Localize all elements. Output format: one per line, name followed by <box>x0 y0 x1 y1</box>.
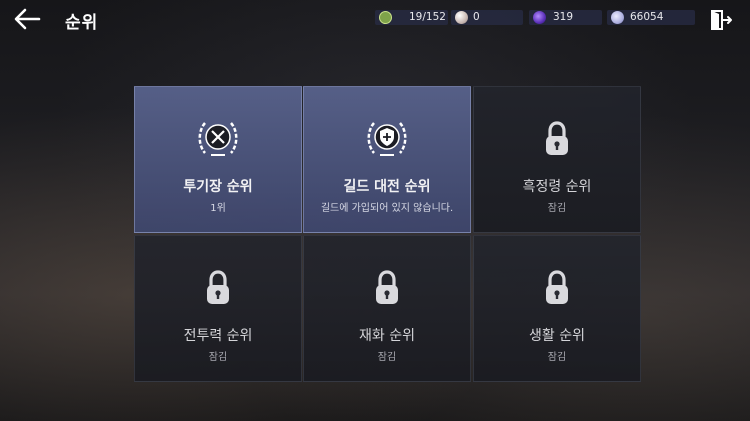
currency-ranking-card[interactable]: 재화 순위 잠김 <box>303 235 471 382</box>
lock-icon <box>546 121 568 155</box>
purple-gem-value: 319 <box>553 11 574 23</box>
exit-button[interactable] <box>709 9 733 31</box>
ranking-name: 생활 순위 <box>529 328 585 344</box>
arena-ranking-card[interactable]: 투기장 순위 1위 <box>134 86 302 233</box>
stamina-icon <box>379 11 392 24</box>
silver-coin-icon <box>611 11 624 24</box>
ranking-status: 길드에 가입되어 있지 않습니다. <box>320 203 454 214</box>
back-arrow-icon <box>14 8 41 30</box>
silver-coin-counter[interactable]: 66054 <box>607 10 695 25</box>
ranking-grid: 투기장 순위 1위 길드 대전 순위 길드에 가입되어 있지 않습니다. 흑정령… <box>134 86 641 382</box>
ranking-status: 잠김 <box>547 203 567 214</box>
pearl-counter[interactable]: 0 <box>451 10 523 25</box>
silver-coin-value: 66054 <box>630 11 664 23</box>
stamina-counter[interactable]: 19/152 <box>375 10 448 25</box>
guild-war-ranking-card[interactable]: 길드 대전 순위 길드에 가입되어 있지 않습니다. <box>303 86 471 233</box>
lock-icon <box>376 270 398 304</box>
purple-gem-icon <box>533 11 546 24</box>
pearl-value: 0 <box>473 11 480 23</box>
exit-door-icon <box>711 10 732 30</box>
ranking-status: 잠김 <box>547 352 567 363</box>
page-title: 순위 <box>65 13 99 33</box>
ranking-status: 1위 <box>210 203 226 214</box>
pearl-icon <box>455 11 468 24</box>
lock-icon <box>546 270 568 304</box>
ranking-name: 투기장 순위 <box>183 179 253 195</box>
ranking-name: 길드 대전 순위 <box>343 179 431 195</box>
shield-laurel-icon <box>367 122 407 156</box>
ranking-name: 흑정령 순위 <box>522 179 592 195</box>
stamina-value: 19/152 <box>409 11 446 23</box>
top-bar: 순위 19/152 0 319 66054 <box>0 0 750 40</box>
lock-icon <box>207 270 229 304</box>
purple-gem-counter[interactable]: 319 <box>529 10 602 25</box>
ranking-status: 잠김 <box>377 352 397 363</box>
ranking-name: 재화 순위 <box>359 328 415 344</box>
swords-laurel-icon <box>198 122 238 156</box>
ranking-status: 잠김 <box>208 352 228 363</box>
back-button[interactable] <box>12 6 42 32</box>
dark-spirit-ranking-card[interactable]: 흑정령 순위 잠김 <box>473 86 641 233</box>
combat-power-ranking-card[interactable]: 전투력 순위 잠김 <box>134 235 302 382</box>
ranking-name: 전투력 순위 <box>183 328 253 344</box>
life-skill-ranking-card[interactable]: 생활 순위 잠김 <box>473 235 641 382</box>
